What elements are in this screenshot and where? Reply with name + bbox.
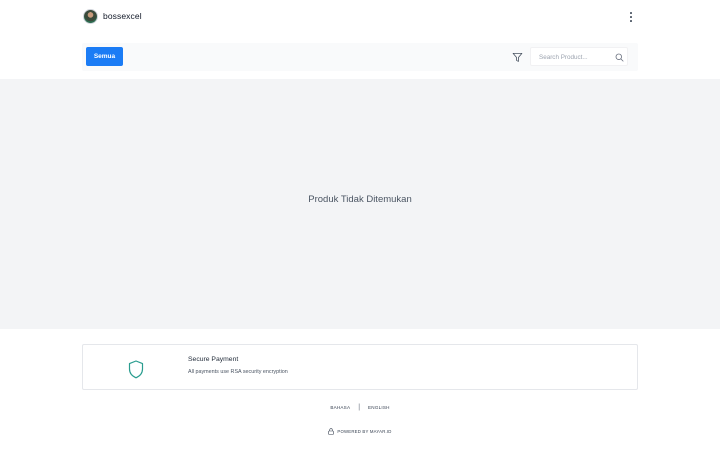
secure-payment-card: Secure Payment All payments use RSA secu… (82, 344, 638, 390)
search-input[interactable] (539, 52, 607, 62)
lock-icon (328, 428, 335, 435)
tab-semua[interactable]: Semua (86, 47, 123, 66)
store-avatar[interactable] (83, 9, 98, 24)
search-icon[interactable] (615, 53, 624, 62)
filter-icon[interactable] (512, 52, 523, 63)
store-name[interactable]: bossexcel (103, 11, 142, 21)
shield-icon (128, 360, 144, 379)
product-toolbar: Semua (82, 43, 638, 71)
secure-payment-description: All payments use RSA security encryption (188, 369, 288, 375)
powered-by-label[interactable]: POWERED BY MAYAR.ID (337, 429, 391, 434)
secure-payment-title: Secure Payment (188, 356, 239, 363)
product-list-area: Produk Tidak Ditemukan (0, 79, 720, 329)
powered-by[interactable]: POWERED BY MAYAR.ID (0, 428, 720, 435)
kebab-menu-icon[interactable] (626, 10, 636, 24)
header: bossexcel (0, 0, 720, 34)
language-bahasa[interactable]: BAHASA (330, 405, 350, 410)
language-english[interactable]: ENGLISH (368, 405, 390, 410)
search-box[interactable] (530, 47, 628, 66)
empty-state-message: Produk Tidak Ditemukan (308, 194, 412, 205)
language-switcher: BAHASA | ENGLISH (0, 404, 720, 411)
language-separator: | (358, 404, 361, 411)
